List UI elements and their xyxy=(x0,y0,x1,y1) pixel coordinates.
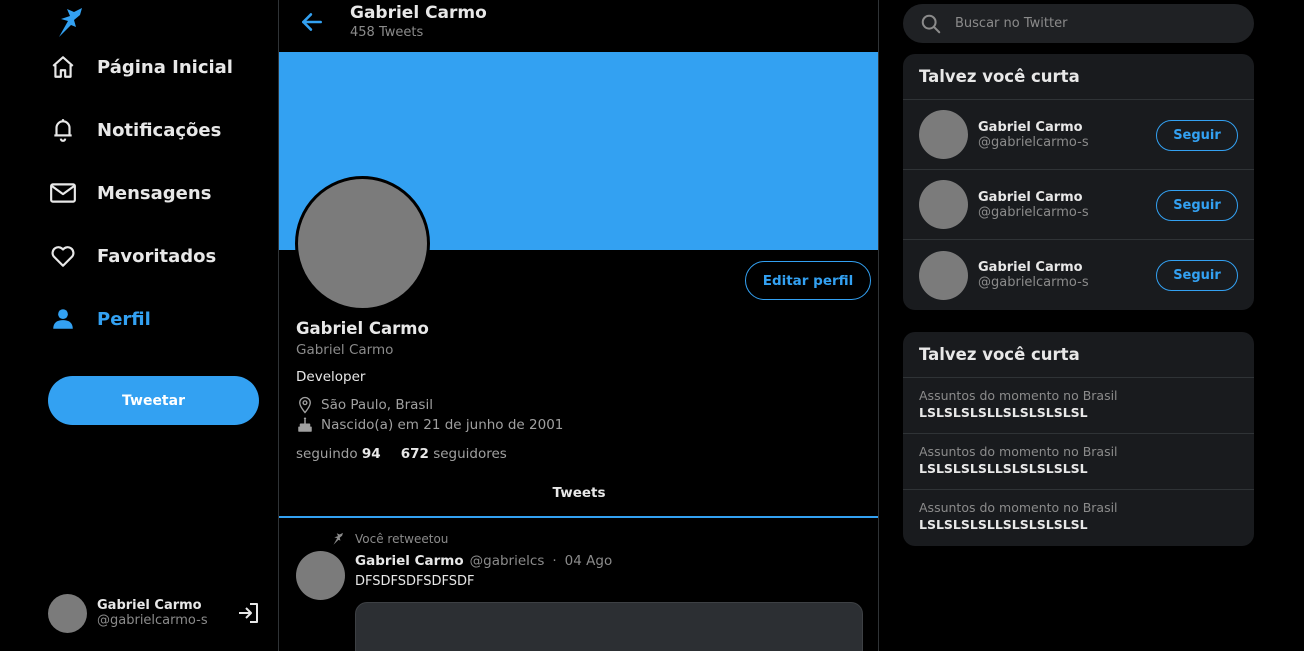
retweet-label: Você retweetou xyxy=(355,532,449,546)
trend-topic: LSLSLSLSLLSLSLSLSLSL xyxy=(919,517,1088,532)
followers-link[interactable]: 672 seguidores xyxy=(401,446,507,462)
profile-name: Gabriel Carmo xyxy=(296,319,429,338)
retweet-indicator: Você retweetou xyxy=(331,532,448,546)
trend-context: Assuntos do momento no Brasil xyxy=(919,500,1118,515)
follow-stats: seguindo 94 672 seguidores xyxy=(296,446,507,462)
tweet-header: Gabriel Carmo @gabrielcs · 04 Ago xyxy=(355,553,612,569)
follow-button[interactable]: Seguir xyxy=(1156,260,1238,291)
tweet-text: DFSDFSDFSDFSDF xyxy=(355,574,475,589)
profile-avatar[interactable] xyxy=(295,176,430,311)
birthday-text: Nascido(a) em 21 de junho de 2001 xyxy=(321,417,564,433)
nav-label: Página Inicial xyxy=(97,56,233,78)
suggestion-item[interactable]: Gabriel Carmo @gabrielcarmo-s Seguir xyxy=(903,170,1254,240)
account-names: Gabriel Carmo @gabrielcarmo-s xyxy=(97,598,208,628)
trend-context: Assuntos do momento no Brasil xyxy=(919,388,1118,403)
suggestion-handle: @gabrielcarmo-s xyxy=(978,134,1089,150)
tweet-date[interactable]: 04 Ago xyxy=(565,553,613,569)
follow-button[interactable]: Seguir xyxy=(1156,190,1238,221)
profile-location: São Paulo, Brasil xyxy=(296,396,433,414)
tweet-separator: · xyxy=(552,553,557,569)
trends-panel: Talvez você curta Assuntos do momento no… xyxy=(903,332,1254,546)
nav-label: Perfil xyxy=(97,308,151,330)
suggestion-name: Gabriel Carmo xyxy=(978,119,1083,135)
profile-main: Gabriel Carmo 458 Tweets Editar perfil G… xyxy=(278,0,879,651)
suggestion-item[interactable]: Gabriel Carmo @gabrielcarmo-s Seguir xyxy=(903,100,1254,170)
nav-item-messages[interactable]: Mensagens xyxy=(48,173,211,213)
account-name: Gabriel Carmo xyxy=(97,598,202,613)
header-name: Gabriel Carmo xyxy=(350,3,487,23)
sidebar: Página Inicial Notificações Mensagens Fa… xyxy=(0,0,278,651)
profile-tabs: Tweets xyxy=(279,475,878,518)
nav-item-home[interactable]: Página Inicial xyxy=(48,47,233,87)
trend-item[interactable]: Assuntos do momento no Brasil LSLSLSLSLL… xyxy=(903,378,1254,434)
bell-icon xyxy=(48,115,78,145)
trend-context: Assuntos do momento no Brasil xyxy=(919,444,1118,459)
home-icon xyxy=(48,52,78,82)
nav-label: Favoritados xyxy=(97,245,217,267)
tweet-avatar[interactable] xyxy=(296,551,345,600)
profile-bio: Developer xyxy=(296,369,366,385)
follow-button[interactable]: Seguir xyxy=(1156,120,1238,151)
panel-title: Talvez você curta xyxy=(903,332,1254,378)
back-arrow-icon[interactable] xyxy=(299,9,325,35)
nav-label: Notificações xyxy=(97,119,222,141)
profile-handle: Gabriel Carmo xyxy=(296,342,394,358)
avatar xyxy=(48,593,87,633)
search-bar[interactable] xyxy=(903,4,1254,43)
search-icon xyxy=(921,14,941,33)
mail-icon xyxy=(48,178,78,208)
suggestion-item[interactable]: Gabriel Carmo @gabrielcarmo-s Seguir xyxy=(903,240,1254,310)
account-switcher[interactable]: Gabriel Carmo @gabrielcarmo-s xyxy=(48,593,260,633)
suggestion-handle: @gabrielcarmo-s xyxy=(978,204,1089,220)
avatar xyxy=(919,180,968,229)
panel-title: Talvez você curta xyxy=(903,54,1254,100)
tab-tweets[interactable]: Tweets xyxy=(553,475,606,516)
suggestion-name: Gabriel Carmo xyxy=(978,189,1083,205)
header-tweet-count: 458 Tweets xyxy=(350,25,424,40)
cake-icon xyxy=(298,417,312,432)
tweet-media[interactable] xyxy=(355,602,863,651)
trend-item[interactable]: Assuntos do momento no Brasil LSLSLSLSLL… xyxy=(903,434,1254,490)
person-icon xyxy=(48,304,78,334)
trend-item[interactable]: Assuntos do momento no Brasil LSLSLSLSLL… xyxy=(903,490,1254,546)
nav-item-favorites[interactable]: Favoritados xyxy=(48,236,216,276)
tweet-author-name[interactable]: Gabriel Carmo xyxy=(355,553,464,569)
logout-icon[interactable] xyxy=(236,601,260,625)
heart-icon xyxy=(48,241,78,271)
bird-logo-icon[interactable] xyxy=(55,6,85,40)
account-handle: @gabrielcarmo-s xyxy=(97,613,208,628)
profile-birthday: Nascido(a) em 21 de junho de 2001 xyxy=(296,416,563,434)
suggestion-handle: @gabrielcarmo-s xyxy=(978,275,1089,290)
who-to-follow-panel: Talvez você curta Gabriel Carmo @gabriel… xyxy=(903,54,1254,310)
tweet-author-handle[interactable]: @gabrielcs xyxy=(470,553,545,569)
nav-item-profile[interactable]: Perfil xyxy=(48,299,151,339)
profile-header: Gabriel Carmo 458 Tweets xyxy=(279,0,878,52)
tweet-button[interactable]: Tweetar xyxy=(48,376,259,425)
location-pin-icon xyxy=(299,396,311,414)
avatar xyxy=(919,250,968,300)
suggestion-names: Gabriel Carmo @gabrielcarmo-s xyxy=(978,260,1089,290)
trend-topic: LSLSLSLSLLSLSLSLSLSL xyxy=(919,461,1088,476)
avatar xyxy=(919,110,968,159)
nav-label: Mensagens xyxy=(97,182,212,204)
suggestion-names: Gabriel Carmo @gabrielcarmo-s xyxy=(978,190,1089,220)
location-text: São Paulo, Brasil xyxy=(321,397,433,413)
following-link[interactable]: seguindo 94 xyxy=(296,446,381,462)
search-input[interactable] xyxy=(955,16,1235,31)
suggestion-name: Gabriel Carmo xyxy=(978,260,1083,275)
retweet-bird-icon xyxy=(333,532,343,545)
suggestion-names: Gabriel Carmo @gabrielcarmo-s xyxy=(978,120,1089,150)
trend-topic: LSLSLSLSLLSLSLSLSLSL xyxy=(919,405,1088,420)
edit-profile-button[interactable]: Editar perfil xyxy=(745,261,871,300)
nav-item-notifications[interactable]: Notificações xyxy=(48,110,221,150)
